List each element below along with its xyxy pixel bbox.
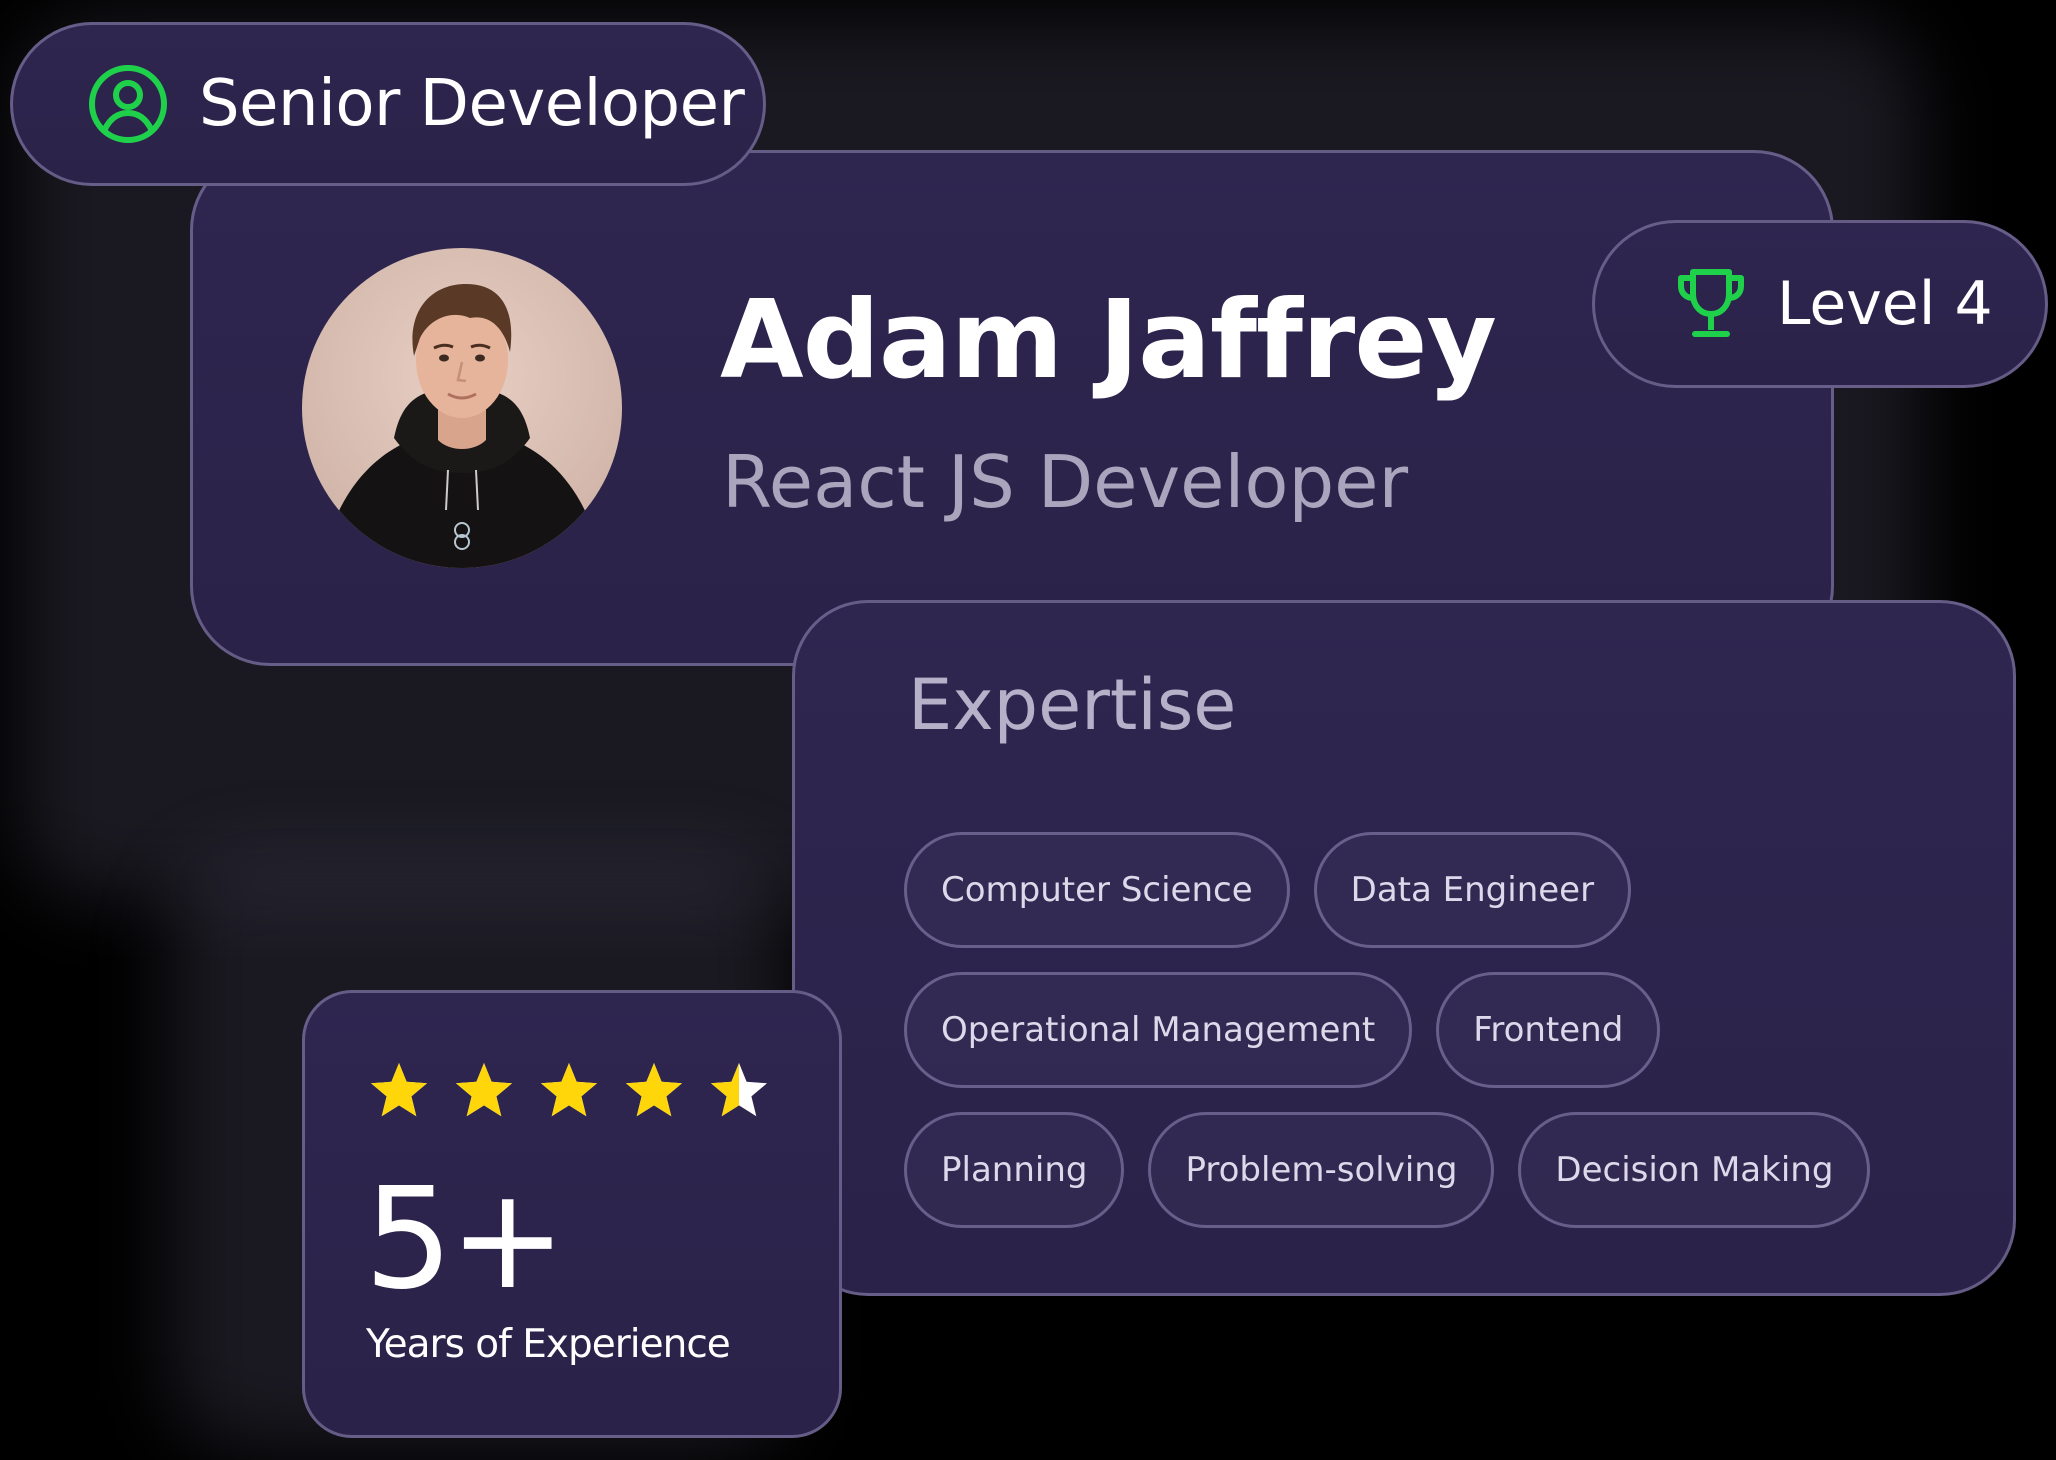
expertise-tag-row: Planning Problem-solving Decision Making — [904, 1112, 1871, 1228]
avatar — [302, 248, 622, 568]
profile-name: Adam Jaffrey — [720, 278, 1497, 403]
expertise-tag: Computer Science — [904, 832, 1290, 948]
star-icon — [456, 1063, 512, 1117]
expertise-tag: Data Engineer — [1313, 832, 1632, 948]
expertise-tag: Problem-solving — [1148, 1112, 1495, 1228]
role-badge-label: Senior Developer — [199, 67, 745, 141]
level-badge: Level 4 — [1592, 220, 2048, 388]
user-circle-icon — [89, 65, 167, 143]
expertise-tag: Planning — [904, 1112, 1125, 1228]
profile-title: React JS Developer — [722, 440, 1409, 524]
star-icon — [541, 1063, 597, 1117]
expertise-tag-row: Operational Management Frontend — [904, 972, 1661, 1088]
avatar-photo — [302, 248, 622, 568]
expertise-title: Expertise — [908, 664, 1237, 746]
expertise-tag: Frontend — [1436, 972, 1661, 1088]
experience-value: 5+ — [364, 1158, 566, 1321]
star-icon — [626, 1063, 682, 1117]
expertise-tag: Decision Making — [1518, 1112, 1871, 1228]
level-badge-label: Level 4 — [1777, 269, 1993, 339]
expertise-tag-row: Computer Science Data Engineer — [904, 832, 1632, 948]
expertise-tag: Operational Management — [904, 972, 1413, 1088]
profile-showcase: Adam Jaffrey React JS Developer Senior D… — [0, 0, 2056, 1460]
star-rating — [368, 1060, 770, 1122]
star-icon — [371, 1063, 427, 1117]
star-icon — [711, 1063, 767, 1117]
trophy-icon — [1678, 269, 1744, 337]
experience-label: Years of Experience — [366, 1322, 731, 1367]
role-badge: Senior Developer — [10, 22, 766, 186]
